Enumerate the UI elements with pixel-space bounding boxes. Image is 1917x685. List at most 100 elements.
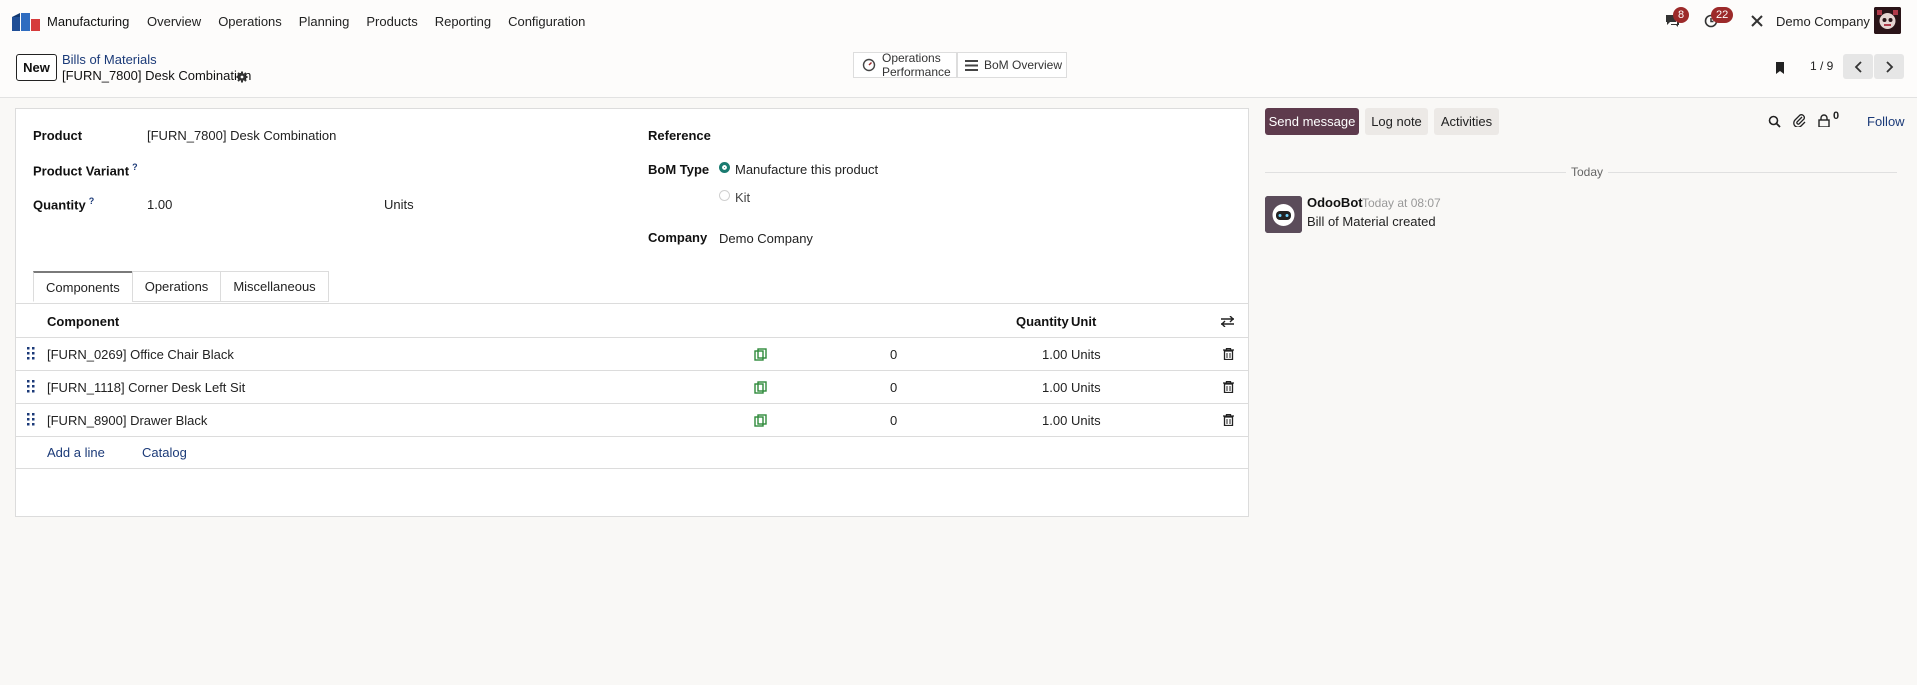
table-row[interactable]: [FURN_8900] Drawer Black 0 1.00 Units <box>16 404 1248 437</box>
add-line-button[interactable]: Add a line <box>47 445 105 460</box>
menu-products[interactable]: Products <box>366 14 417 29</box>
new-button[interactable]: New <box>16 54 57 81</box>
product-variant-label: Product Variant? <box>33 162 138 179</box>
drag-handle-icon[interactable] <box>27 347 35 360</box>
pager-previous-button[interactable] <box>1843 54 1873 79</box>
product-variant-field[interactable] <box>147 159 627 179</box>
operations-performance-button[interactable]: Operations Performance <box>853 51 957 79</box>
trash-icon[interactable] <box>1223 381 1234 393</box>
row-unit[interactable]: Units <box>1071 347 1101 362</box>
lock-icon[interactable] <box>1818 114 1830 127</box>
row-quantity[interactable]: 1.00 <box>1042 380 1067 395</box>
chevron-right-icon <box>1885 60 1893 73</box>
row-availability: 0 <box>890 413 898 428</box>
quantity-uom-field[interactable]: Units <box>384 197 414 212</box>
user-avatar-image <box>1874 7 1901 34</box>
send-message-button[interactable]: Send message <box>1265 108 1359 135</box>
optional-columns-toggle-icon[interactable] <box>1221 316 1234 327</box>
menu-reporting[interactable]: Reporting <box>435 14 491 29</box>
column-header-component[interactable]: Component <box>47 314 119 329</box>
table-add-row: Add a line Catalog <box>16 436 1248 469</box>
catalog-button[interactable]: Catalog <box>142 445 187 460</box>
reference-label: Reference <box>648 128 711 143</box>
row-unit[interactable]: Units <box>1071 413 1101 428</box>
search-icon[interactable] <box>1768 115 1781 128</box>
manufacturing-app-icon[interactable] <box>12 11 40 31</box>
company-label: Company <box>648 230 708 245</box>
forecast-report-icon[interactable] <box>754 348 767 361</box>
help-tooltip-icon[interactable]: ? <box>89 196 95 206</box>
tab-components[interactable]: Components <box>33 271 133 302</box>
forecast-report-icon[interactable] <box>754 381 767 394</box>
app-name[interactable]: Manufacturing <box>47 14 129 29</box>
paperclip-icon[interactable] <box>1793 113 1806 127</box>
message-body: Bill of Material created <box>1307 214 1436 229</box>
row-unit[interactable]: Units <box>1071 380 1101 395</box>
main-menu: Overview Operations Planning Products Re… <box>147 14 602 29</box>
row-component[interactable]: [FURN_0269] Office Chair Black <box>47 347 234 362</box>
product-field[interactable]: [FURN_7800] Desk Combination <box>147 128 336 143</box>
menu-overview[interactable]: Overview <box>147 14 201 29</box>
notebook-tabs: Components Operations Miscellaneous <box>33 271 329 302</box>
bom-overview-label: BoM Overview <box>984 58 1063 72</box>
row-quantity[interactable]: 1.00 <box>1042 413 1067 428</box>
breadcrumb-bills-of-materials[interactable]: Bills of Materials <box>62 52 157 67</box>
table-row[interactable]: [FURN_0269] Office Chair Black 0 1.00 Un… <box>16 338 1248 371</box>
company-field[interactable]: Demo Company <box>719 231 813 246</box>
bom-type-manufacture-label[interactable]: Manufacture this product <box>735 162 878 177</box>
pager-next-button[interactable] <box>1874 54 1904 79</box>
bom-type-manufacture-radio[interactable] <box>719 162 730 173</box>
bom-type-label: BoM Type <box>648 162 710 177</box>
drag-handle-icon[interactable] <box>27 380 35 393</box>
list-icon <box>965 59 978 71</box>
robot-icon <box>1265 196 1302 233</box>
help-tooltip-icon[interactable]: ? <box>132 162 138 172</box>
table-row[interactable]: [FURN_1118] Corner Desk Left Sit 0 1.00 … <box>16 371 1248 404</box>
message-date: Today at 08:07 <box>1362 196 1441 210</box>
reference-field[interactable] <box>719 124 1219 144</box>
chevron-left-icon <box>1854 60 1862 73</box>
tab-miscellaneous[interactable]: Miscellaneous <box>220 271 329 302</box>
row-availability: 0 <box>890 347 898 362</box>
debug-tools-icon[interactable] <box>1750 14 1764 28</box>
bookmark-icon[interactable] <box>1774 61 1786 75</box>
bom-type-kit-radio[interactable] <box>719 190 730 201</box>
drag-handle-icon[interactable] <box>27 413 35 426</box>
quantity-field[interactable]: 1.00 <box>147 197 172 212</box>
forecast-report-icon[interactable] <box>754 414 767 427</box>
quantity-label: Quantity? <box>33 196 95 213</box>
components-table-header: Component Quantity Unit <box>16 304 1248 338</box>
row-availability: 0 <box>890 380 898 395</box>
trash-icon[interactable] <box>1223 348 1234 360</box>
operations-performance-label: Operations Performance <box>882 51 951 79</box>
user-avatar[interactable] <box>1874 7 1901 34</box>
followers-count[interactable]: 0 <box>1833 110 1839 122</box>
follow-button[interactable]: Follow <box>1867 114 1905 129</box>
column-header-unit[interactable]: Unit <box>1071 314 1096 329</box>
gauge-icon <box>862 58 876 72</box>
top-navbar: Manufacturing Overview Operations Planni… <box>0 0 1917 43</box>
company-switcher[interactable]: Demo Company <box>1776 14 1870 29</box>
menu-configuration[interactable]: Configuration <box>508 14 585 29</box>
messages-badge: 8 <box>1673 7 1690 23</box>
row-component[interactable]: [FURN_8900] Drawer Black <box>47 413 207 428</box>
bom-overview-button[interactable]: BoM Overview <box>957 52 1067 78</box>
row-component[interactable]: [FURN_1118] Corner Desk Left Sit <box>47 380 245 395</box>
control-panel: New Bills of Materials [FURN_7800] Desk … <box>0 43 1917 98</box>
trash-icon[interactable] <box>1223 414 1234 426</box>
message-author[interactable]: OdooBot <box>1307 195 1363 210</box>
pager-value[interactable]: 1 / 9 <box>1810 59 1833 73</box>
activities-badge: 22 <box>1711 7 1734 23</box>
log-note-button[interactable]: Log note <box>1365 108 1428 135</box>
activities-button[interactable]: Activities <box>1434 108 1499 135</box>
odoobot-avatar[interactable] <box>1265 196 1302 233</box>
date-separator-label: Today <box>1566 165 1609 179</box>
column-header-quantity[interactable]: Quantity <box>1016 314 1069 329</box>
bom-type-kit-label[interactable]: Kit <box>735 190 750 205</box>
menu-operations[interactable]: Operations <box>218 14 282 29</box>
form-sheet: Product [FURN_7800] Desk Combination Pro… <box>15 108 1249 517</box>
row-quantity[interactable]: 1.00 <box>1042 347 1067 362</box>
tab-operations[interactable]: Operations <box>131 271 222 302</box>
menu-planning[interactable]: Planning <box>299 14 350 29</box>
gear-icon[interactable] <box>236 71 248 83</box>
